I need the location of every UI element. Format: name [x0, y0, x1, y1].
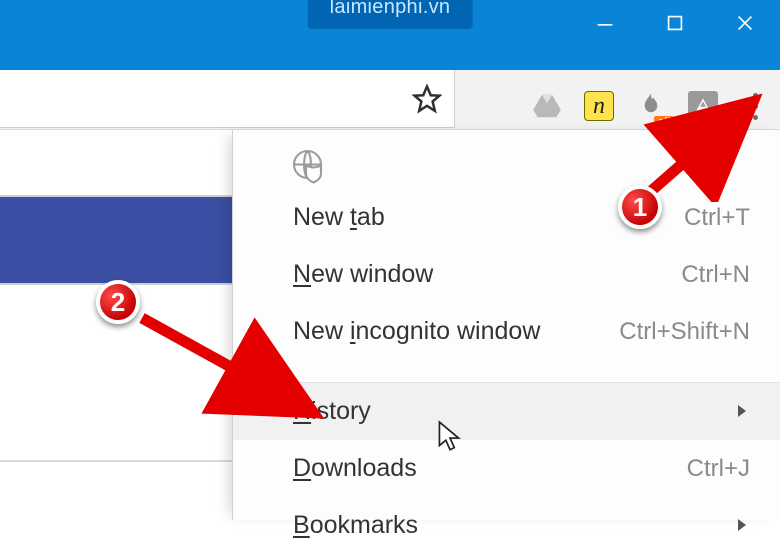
menu-lead-globe: [291, 148, 780, 189]
menu-item-label: History: [293, 397, 371, 426]
submenu-chevron-icon: [734, 397, 750, 426]
close-icon: [734, 12, 756, 34]
window-titlebar: laimienphi.vn: [0, 0, 780, 45]
window-close-button[interactable]: [710, 0, 780, 45]
menu-item-label: New incognito window: [293, 317, 540, 346]
extension-drive[interactable]: [530, 89, 564, 123]
step-badge-2: 2: [96, 280, 140, 324]
drive-icon: [532, 91, 562, 121]
menu-item-tab[interactable]: New tab Ctrl+T: [233, 189, 780, 246]
bookmark-star-button[interactable]: [410, 82, 444, 116]
tabstrip-band: [0, 45, 780, 70]
menu-item-new-window[interactable]: New window Ctrl+N: [233, 246, 780, 303]
menu-group-history: History Downloads Ctrl+J Bookmarks: [233, 383, 780, 554]
menu-item-history[interactable]: History: [233, 383, 780, 440]
browser-main-menu: New tab Ctrl+T New window Ctrl+N New incogni…: [232, 130, 780, 520]
extension-hotspot[interactable]: off: [634, 89, 668, 123]
kebab-icon: [753, 90, 758, 123]
site-name-text: laimienphi.vn: [330, 0, 451, 18]
off-badge: off: [654, 116, 674, 129]
menu-item-shortcut: Ctrl+T: [684, 204, 750, 232]
maximize-icon: [664, 12, 686, 34]
pdf-icon: [688, 91, 718, 121]
extension-pdf[interactable]: [686, 89, 720, 123]
window-buttons: [570, 0, 780, 45]
site-name-pill: laimienphi.vn: [308, 0, 473, 29]
page-content-band: [0, 195, 232, 285]
minimize-icon: [594, 12, 616, 34]
menu-item-incognito-window[interactable]: New incognito window Ctrl+Shift+N: [233, 303, 780, 360]
menu-item-shortcut: Ctrl+Shift+N: [619, 318, 750, 346]
n-mark: n: [593, 93, 605, 120]
omnibox[interactable]: [0, 70, 455, 128]
menu-item-label: New window: [293, 260, 433, 289]
browser-toolbar: n off: [0, 70, 780, 130]
menu-item-label: New tab: [293, 203, 385, 232]
menu-item-downloads[interactable]: Downloads Ctrl+J: [233, 440, 780, 497]
menu-group-tabs: New tab Ctrl+T New window Ctrl+N New incogni…: [233, 189, 780, 360]
page-divider: [0, 460, 232, 462]
menu-item-shortcut: Ctrl+J: [687, 455, 750, 483]
menu-item-shortcut: Ctrl+N: [681, 261, 750, 289]
menu-item-label: Downloads: [293, 454, 417, 483]
extension-icons: n off: [530, 82, 772, 130]
menu-item-label: Bookmarks: [293, 511, 418, 540]
step-2-number: 2: [111, 287, 125, 318]
submenu-chevron-icon: [734, 511, 750, 540]
menu-kebab-button[interactable]: [738, 82, 772, 130]
star-icon: [412, 84, 442, 114]
window-minimize-button[interactable]: [570, 0, 640, 45]
extension-n[interactable]: n: [582, 89, 616, 123]
window-maximize-button[interactable]: [640, 0, 710, 45]
menu-item-bookmarks[interactable]: Bookmarks: [233, 497, 780, 554]
n-badge-icon: n: [584, 91, 614, 121]
globe-shield-icon: [291, 148, 327, 184]
